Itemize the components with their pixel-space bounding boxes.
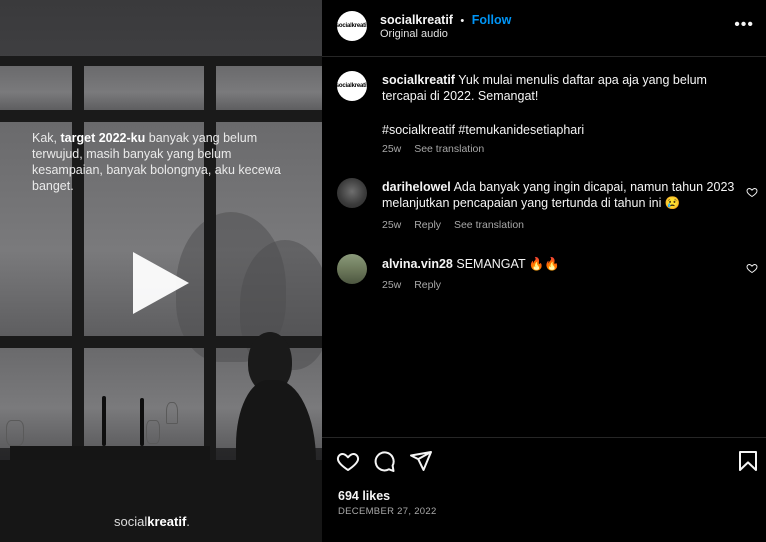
caption-time: 25w [382, 143, 402, 155]
comment-like-icon[interactable] [746, 186, 758, 198]
post-header: socialkreatif socialkreatif • Follow Ori… [322, 0, 766, 57]
comment-time: 25w [382, 279, 402, 291]
caption-text: socialkreatif Yuk mulai menulis daftar a… [382, 72, 742, 104]
see-translation-link[interactable]: See translation [414, 143, 484, 155]
likes-count[interactable]: 694 likes [338, 489, 390, 503]
play-icon[interactable] [133, 252, 189, 314]
comment-body: SEMANGAT 🔥🔥 [456, 257, 560, 271]
brand-bold: kreatif [147, 514, 187, 529]
candle [102, 396, 106, 446]
comment-time: 25w [382, 219, 402, 231]
person-body [236, 380, 316, 542]
avatar-logo-text: socialkreatif [337, 83, 367, 89]
comment-meta: 25w Reply See translation [382, 219, 534, 231]
share-icon[interactable] [409, 449, 433, 473]
reply-button[interactable]: Reply [414, 219, 441, 231]
caption-meta: 25w See translation [382, 143, 494, 155]
wine-glass [166, 402, 178, 424]
overlay-prefix: Kak, [32, 131, 61, 145]
commenter-avatar[interactable] [337, 178, 367, 208]
post-details: socialkreatif socialkreatif • Follow Ori… [322, 0, 766, 542]
commenter-avatar[interactable] [337, 254, 367, 284]
post-media[interactable]: Kak, target 2022-ku banyak yang belum te… [0, 0, 322, 542]
comment-meta: 25w Reply [382, 279, 451, 291]
header-user-line: socialkreatif • Follow [380, 11, 511, 29]
comment-text: alvina.vin28 SEMANGAT 🔥🔥 [382, 256, 742, 272]
comment-username[interactable]: darihelowel [382, 180, 451, 194]
candle [140, 398, 144, 446]
window-frame [0, 56, 322, 66]
see-translation-link[interactable]: See translation [454, 219, 524, 231]
overlay-bold: target 2022-ku [60, 131, 146, 145]
caption-avatar[interactable]: socialkreatif [337, 71, 367, 101]
bookmark-icon[interactable] [736, 449, 760, 473]
avatar[interactable]: socialkreatif [337, 11, 367, 41]
follow-button[interactable]: Follow [472, 13, 512, 27]
divider [322, 437, 766, 438]
audio-label[interactable]: Original audio [380, 28, 448, 40]
comment-icon[interactable] [372, 449, 396, 473]
vase [146, 420, 160, 444]
separator-dot: • [460, 15, 465, 27]
heart-icon[interactable] [336, 449, 360, 473]
brand-watermark: socialkreatif. [114, 514, 190, 529]
window-frame [0, 110, 322, 122]
window-pane [0, 66, 72, 110]
vase [6, 420, 24, 446]
brand-dot: . [186, 514, 190, 529]
more-icon[interactable]: ••• [734, 16, 754, 34]
header-username[interactable]: socialkreatif [380, 13, 453, 27]
brand-regular: social [114, 514, 148, 529]
overlay-caption: Kak, target 2022-ku banyak yang belum te… [32, 130, 282, 194]
caption-username[interactable]: socialkreatif [382, 73, 455, 87]
comment-like-icon[interactable] [746, 262, 758, 274]
comment-username[interactable]: alvina.vin28 [382, 257, 453, 271]
avatar-logo-text: socialkreatif [337, 23, 367, 29]
caption-hashtags[interactable]: #socialkreatif #temukanidesetiaphari [382, 122, 742, 138]
comment-text: darihelowel Ada banyak yang ingin dicapa… [382, 179, 742, 211]
reply-button[interactable]: Reply [414, 279, 441, 291]
window-pane [84, 66, 204, 110]
post-date[interactable]: DECEMBER 27, 2022 [338, 506, 437, 517]
window-pane [216, 66, 322, 110]
